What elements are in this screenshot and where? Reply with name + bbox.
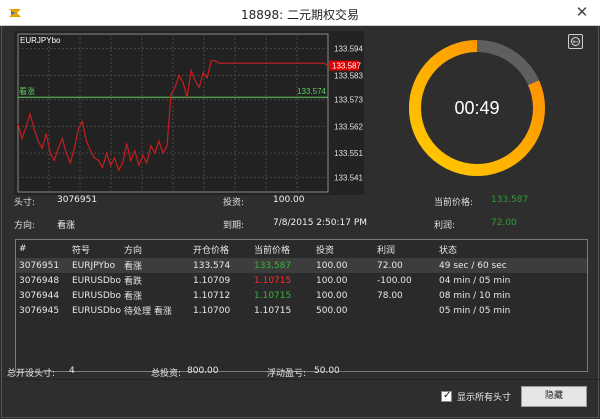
show-all-checkbox[interactable]: ✓ bbox=[441, 390, 452, 402]
cell-direction: 待处理 看涨 bbox=[124, 307, 172, 317]
current-price-value: 133.587 bbox=[491, 195, 529, 205]
expiry-label: 到期: bbox=[223, 221, 245, 231]
open-positions-label: 总开设头寸: bbox=[7, 369, 56, 379]
cell-open-price: 1.10712 bbox=[193, 290, 231, 301]
floating-pl-value: 50.00 bbox=[314, 366, 340, 376]
reference-value-label: 133.574 bbox=[297, 87, 326, 96]
y-tick-label: 133.551 bbox=[334, 149, 363, 158]
table-row[interactable]: 3076944 EURUSDbo 看涨 1.10712 1.10715 100.… bbox=[16, 288, 587, 303]
cell-direction: 看涨 bbox=[124, 292, 143, 302]
direction-label: 方向: bbox=[14, 221, 36, 231]
table-header-row: # 符号 方向 开仓价格 当前价格 投资 利润 状态 bbox=[16, 240, 587, 258]
checkmark-icon: ✓ bbox=[443, 390, 452, 401]
cell-investment: 500.00 bbox=[316, 305, 348, 316]
cell-id: 3076944 bbox=[19, 290, 60, 301]
col-header-profit[interactable]: 利润 bbox=[374, 240, 436, 258]
window-title: 18898: 二元期权交易 bbox=[240, 8, 360, 22]
col-header-open-price[interactable]: 开仓价格 bbox=[190, 240, 251, 258]
close-button[interactable]: ✕ bbox=[564, 0, 600, 26]
cell-profit bbox=[374, 303, 436, 318]
cell-symbol: EURUSDbo bbox=[72, 275, 121, 286]
investment-value: 100.00 bbox=[273, 195, 305, 205]
position-label: 头寸: bbox=[14, 198, 36, 208]
col-header-investment[interactable]: 投资 bbox=[313, 240, 374, 258]
title-bar: 18898: 二元期权交易 ✕ bbox=[0, 0, 600, 26]
back-button[interactable]: ← bbox=[568, 34, 583, 49]
investment-label: 投资: bbox=[223, 198, 245, 208]
reference-label: 看涨 bbox=[19, 86, 35, 96]
cell-symbol: EURUSDbo bbox=[72, 290, 121, 301]
cell-id: 3076948 bbox=[19, 275, 60, 286]
positions-grid: # 符号 方向 开仓价格 当前价格 投资 利润 状态 3076951 EURJP… bbox=[15, 239, 588, 372]
hide-button[interactable]: 隐藏 bbox=[521, 386, 587, 407]
cell-investment: 100.00 bbox=[316, 260, 348, 271]
table-row[interactable]: 3076948 EURUSDbo 看跌 1.10709 1.10715 100.… bbox=[16, 273, 587, 288]
countdown-ring: 00:49 bbox=[409, 40, 545, 176]
cell-status: 05 min / 05 min bbox=[439, 305, 511, 316]
footer-divider bbox=[2, 379, 600, 380]
cell-status: 49 sec / 60 sec bbox=[439, 260, 507, 271]
countdown-text: 00:49 bbox=[454, 98, 499, 118]
total-investment-value: 800.00 bbox=[187, 366, 219, 376]
total-investment-label: 总投资: bbox=[151, 369, 182, 379]
y-tick-label: 133.573 bbox=[334, 96, 363, 105]
cell-symbol: EURJPYbo bbox=[72, 260, 116, 271]
cell-open-price: 1.10709 bbox=[193, 275, 231, 286]
cell-profit: 72.00 bbox=[377, 260, 403, 271]
price-chart-svg: 133.594 133.583 133.573 133.562 133.551 133.5… bbox=[17, 33, 363, 193]
y-tick-label: 133.594 bbox=[334, 45, 363, 54]
plot-area bbox=[17, 33, 329, 193]
cell-direction: 看涨 bbox=[124, 262, 143, 272]
floating-pl-label: 浮动盈亏: bbox=[267, 369, 307, 379]
cell-current-price: 1.10715 bbox=[254, 275, 292, 286]
direction-value: 看涨 bbox=[57, 221, 76, 231]
expiry-value: 7/8/2015 2:50:17 PM bbox=[273, 218, 368, 228]
cell-current-price: 133.587 bbox=[254, 260, 292, 271]
y-tick-label: 133.583 bbox=[334, 71, 363, 80]
cell-current-price: 1.10715 bbox=[254, 290, 292, 301]
cell-status: 04 min / 05 min bbox=[439, 275, 511, 286]
cell-profit: 78.00 bbox=[377, 290, 403, 301]
price-chart: 133.594 133.583 133.573 133.562 133.551 133.5… bbox=[14, 31, 364, 195]
current-price-label: 133.587 bbox=[332, 62, 361, 71]
countdown-timer: 00:49 bbox=[407, 30, 547, 185]
col-header-direction[interactable]: 方向 bbox=[121, 240, 190, 258]
table-row[interactable]: 3076945 EURUSDbo 待处理 看涨 1.10700 1.10715 … bbox=[16, 303, 587, 318]
current-price-label: 当前价格: bbox=[434, 198, 474, 208]
cell-investment: 100.00 bbox=[316, 275, 348, 286]
cell-direction: 看跌 bbox=[124, 277, 143, 287]
position-value: 3076951 bbox=[57, 195, 98, 205]
cell-profit: -100.00 bbox=[377, 275, 412, 286]
col-header-symbol[interactable]: 符号 bbox=[69, 240, 121, 258]
cell-current-price: 1.10715 bbox=[254, 305, 292, 316]
chart-title: EURJPYbo bbox=[20, 36, 61, 45]
cell-investment: 100.00 bbox=[316, 290, 348, 301]
client-area: 133.594 133.583 133.573 133.562 133.551 133.5… bbox=[1, 26, 600, 418]
cell-symbol: EURUSDbo bbox=[72, 305, 121, 316]
cell-id: 3076951 bbox=[19, 260, 60, 271]
col-header-status[interactable]: 状态 bbox=[436, 240, 587, 258]
table-row[interactable]: 3076951 EURJPYbo 看涨 133.574 133.587 100.… bbox=[16, 258, 587, 273]
cell-status: 08 min / 10 min bbox=[439, 290, 511, 301]
col-header-id[interactable]: # bbox=[16, 240, 69, 258]
col-header-current-price[interactable]: 当前价格 bbox=[251, 240, 313, 258]
profit-value: 72.00 bbox=[491, 218, 517, 228]
open-positions-value: 4 bbox=[69, 366, 75, 376]
profit-label: 利润: bbox=[434, 221, 456, 231]
y-tick-label: 133.541 bbox=[334, 173, 363, 182]
cell-open-price: 1.10700 bbox=[193, 305, 231, 316]
y-tick-label: 133.562 bbox=[334, 122, 363, 131]
show-all-label[interactable]: 显示所有头寸 bbox=[457, 390, 511, 403]
positions-table: # 符号 方向 开仓价格 当前价格 投资 利润 状态 3076951 EURJP… bbox=[16, 240, 587, 318]
cell-open-price: 133.574 bbox=[193, 260, 231, 271]
back-arrow-icon: ← bbox=[571, 37, 580, 46]
cell-id: 3076945 bbox=[19, 305, 60, 316]
